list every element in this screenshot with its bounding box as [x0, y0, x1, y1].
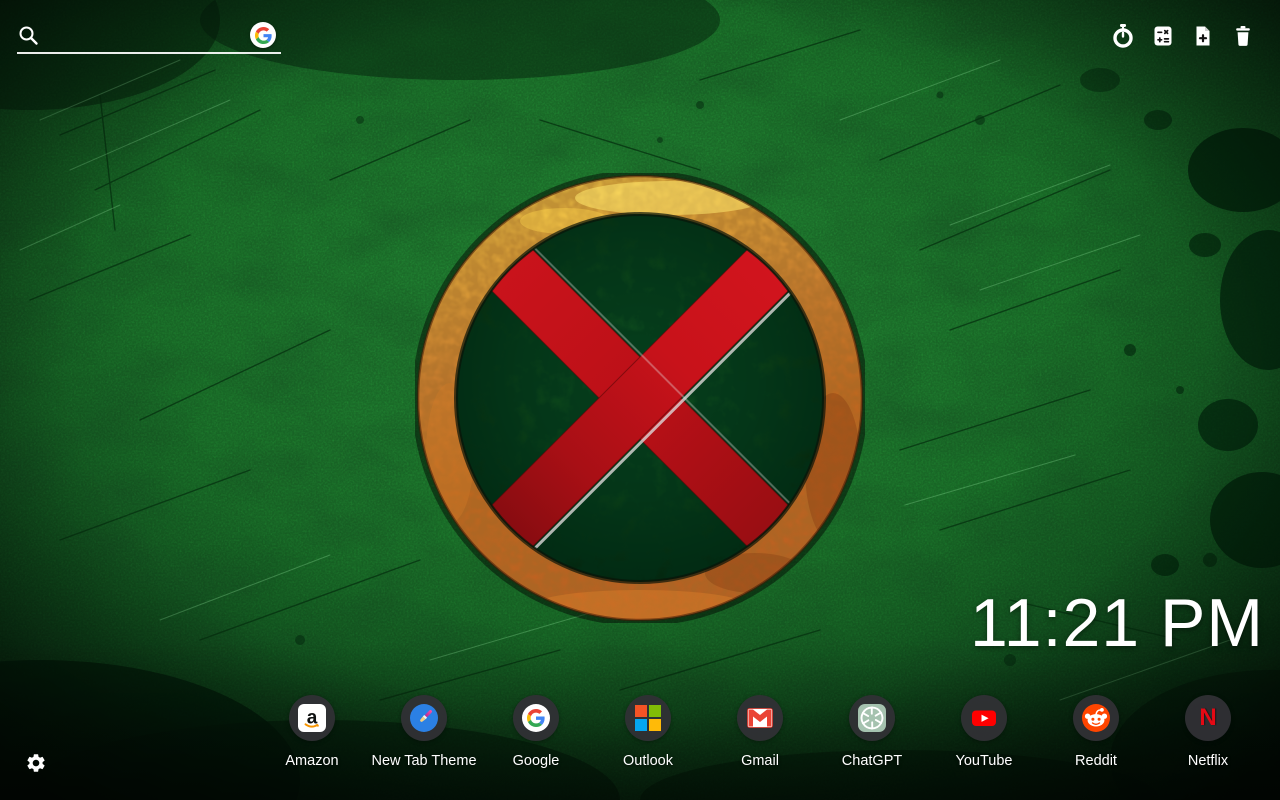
shortcut-new-tab-theme[interactable]: New Tab Theme — [368, 695, 480, 770]
shortcut-label: Gmail — [741, 753, 779, 769]
netflix-tile: N — [1185, 695, 1231, 741]
toolbar — [1109, 22, 1257, 50]
trash-icon — [1236, 26, 1250, 46]
search-engine-badge[interactable] — [250, 22, 276, 48]
trash-button[interactable] — [1229, 22, 1257, 50]
shortcut-outlook[interactable]: Outlook — [592, 695, 704, 770]
clock: 11:21 PM — [969, 585, 1264, 661]
add-note-button[interactable] — [1189, 22, 1217, 50]
shortcut-youtube[interactable]: YouTube — [928, 695, 1040, 770]
youtube-tile — [961, 695, 1007, 741]
outlook-tile — [625, 695, 671, 741]
shortcut-label: Reddit — [1075, 753, 1117, 769]
reddit-icon — [1082, 704, 1110, 732]
amazon-icon: a — [298, 704, 326, 732]
youtube-icon — [972, 710, 996, 726]
microsoft-icon — [635, 705, 661, 731]
settings-button[interactable] — [25, 752, 47, 774]
search-input[interactable] — [17, 20, 281, 54]
shortcut-label: Netflix — [1187, 753, 1229, 769]
new-tab-theme-tile — [401, 695, 447, 741]
timer-button[interactable] — [1109, 22, 1137, 50]
google-icon — [522, 704, 550, 732]
gear-icon — [27, 754, 45, 772]
reddit-tile — [1073, 695, 1119, 741]
shortcut-google[interactable]: Google — [480, 695, 592, 770]
shortcut-label: New Tab Theme — [371, 753, 477, 769]
google-g-icon — [254, 26, 272, 44]
netflix-icon: N — [1199, 704, 1217, 731]
shortcuts-row: a Amazon New Tab Theme Google Outlook Gm… — [256, 695, 1264, 770]
paintbrush-icon — [410, 704, 438, 732]
shortcut-label: Google — [512, 753, 560, 769]
shortcut-label: Amazon — [285, 753, 339, 769]
google-tile — [513, 695, 559, 741]
gmail-icon — [747, 708, 773, 728]
note-add-icon — [1196, 26, 1210, 46]
search-bar — [17, 20, 281, 56]
calculator-icon — [1154, 26, 1172, 46]
shortcut-gmail[interactable]: Gmail — [704, 695, 816, 770]
calculator-button[interactable] — [1149, 22, 1177, 50]
shortcut-chatgpt[interactable]: ChatGPT — [816, 695, 928, 770]
chatgpt-tile — [849, 695, 895, 741]
shortcut-label: YouTube — [955, 753, 1013, 769]
shortcut-amazon[interactable]: a Amazon — [256, 695, 368, 770]
shortcut-label: ChatGPT — [841, 753, 903, 769]
shortcut-reddit[interactable]: Reddit — [1040, 695, 1152, 770]
shortcut-label: Outlook — [623, 753, 673, 769]
shortcut-netflix[interactable]: N Netflix — [1152, 695, 1264, 770]
x-logo-emblem — [415, 173, 865, 623]
gmail-tile — [737, 695, 783, 741]
stopwatch-icon — [1113, 24, 1133, 48]
amazon-tile: a — [289, 695, 335, 741]
chatgpt-icon — [858, 704, 886, 732]
